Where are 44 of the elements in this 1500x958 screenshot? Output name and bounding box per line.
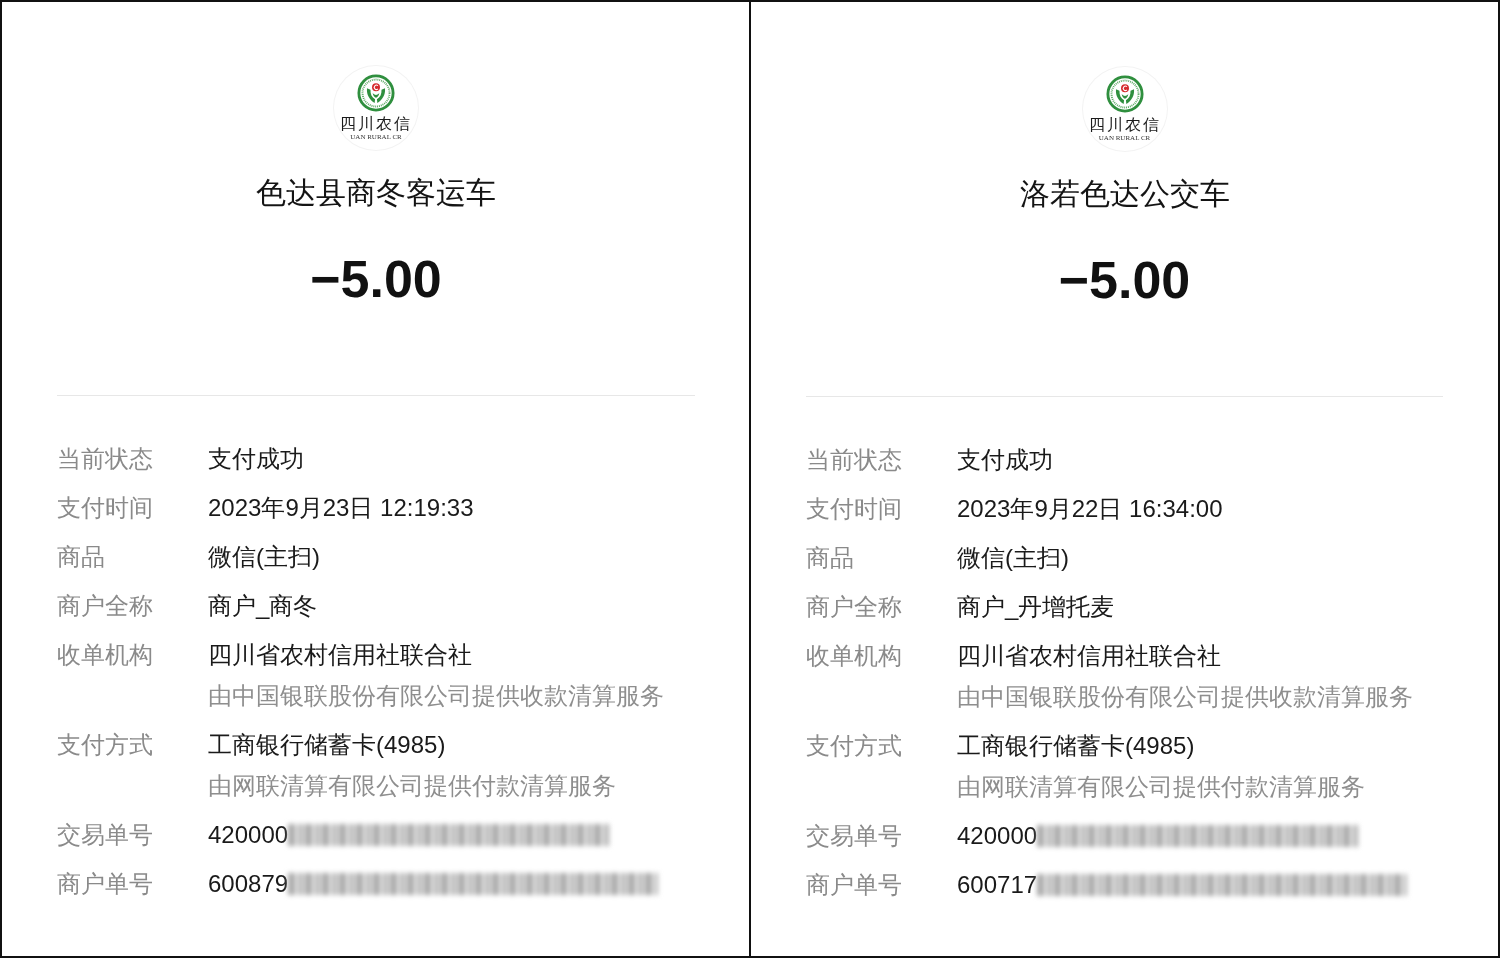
detail-value: 微信(主扫) [957, 543, 1069, 573]
detail-value: 微信(主扫) [208, 542, 320, 572]
detail-note: 由中国银联股份有限公司提供收款清算服务 [957, 682, 1413, 712]
detail-note: 由中国银联股份有限公司提供收款清算服务 [208, 681, 664, 711]
detail-label: 支付方式 [806, 731, 903, 761]
detail-label: 商户全称 [57, 591, 154, 621]
detail-value: 2023年9月22日 16:34:00 [957, 494, 1223, 524]
detail-label: 商户单号 [57, 869, 154, 899]
detail-label: 支付方式 [57, 730, 154, 760]
detail-label: 交易单号 [806, 821, 903, 851]
merchant-title: 洛若色达公交车 [1019, 176, 1230, 212]
detail-value: 支付成功 [208, 444, 304, 474]
detail-label: 交易单号 [57, 820, 154, 850]
detail-value: 2023年9月23日 12:19:33 [208, 493, 474, 523]
emblem-icon [1105, 75, 1144, 113]
emblem-icon [357, 74, 395, 112]
detail-label: 支付时间 [57, 493, 154, 523]
detail-label: 商品 [806, 543, 855, 573]
detail-label: 当前状态 [806, 445, 903, 475]
detail-value: 商户_商冬 [208, 591, 318, 621]
detail-label: 当前状态 [57, 444, 154, 474]
detail-label: 收单机构 [57, 640, 154, 670]
detail-label: 商户全称 [806, 592, 903, 622]
detail-label: 商品 [57, 542, 106, 572]
detail-value: 商户_丹增托麦 [957, 592, 1115, 622]
detail-value: 420000 [208, 820, 289, 850]
detail-value: 420000 [957, 821, 1038, 851]
detail-value: 工商银行储蓄卡(4985) [957, 731, 1195, 761]
detail-value: 工商银行储蓄卡(4985) [208, 730, 446, 760]
detail-value: 600717 [957, 870, 1038, 900]
merchant-title: 色达县商冬客运车 [256, 175, 496, 211]
detail-note: 由网联清算有限公司提供付款清算服务 [208, 771, 616, 801]
logo-text: 四川农信 [340, 114, 412, 133]
payment-amount: −5.00 [310, 249, 442, 310]
detail-value: 支付成功 [957, 445, 1053, 475]
detail-label: 支付时间 [806, 494, 903, 524]
detail-value: 四川省农村信用社联合社 [208, 640, 472, 670]
detail-value: 600879 [208, 869, 289, 899]
detail-label: 收单机构 [806, 641, 903, 671]
detail-value: 四川省农村信用社联合社 [957, 641, 1221, 671]
detail-note: 由网联清算有限公司提供付款清算服务 [957, 772, 1365, 802]
detail-label: 商户单号 [806, 870, 903, 900]
logo-text: 四川农信 [1088, 115, 1161, 134]
payment-amount: −5.00 [1058, 250, 1191, 311]
